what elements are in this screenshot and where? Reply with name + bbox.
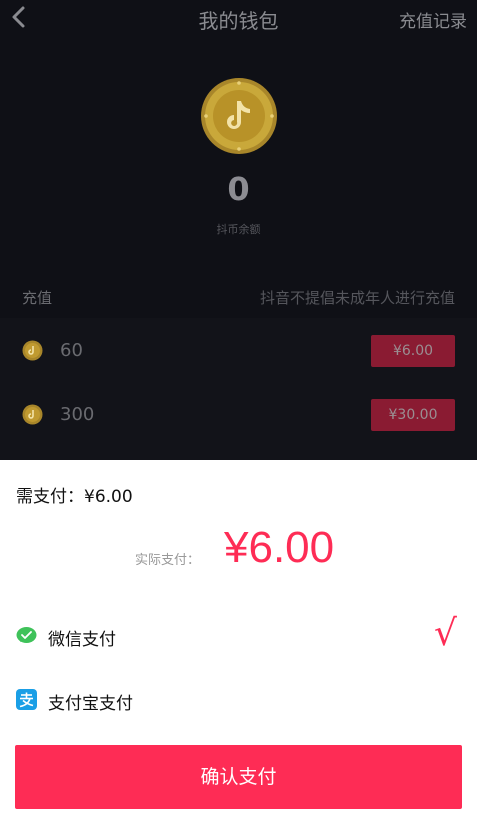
actual-pay-label: 实际支付：: [135, 553, 201, 568]
top-bar: 我的钱包 充值记录: [0, 0, 477, 40]
pay-method-label: 微信支付: [48, 630, 116, 650]
coin-balance-label: 抖币余额: [216, 223, 261, 236]
wallet-screen: 我的钱包 充值记录 0 抖币余额 充值 抖音不提倡未成年人进行充值 60 ¥6.…: [0, 0, 477, 460]
actual-pay-amount: ¥6.00: [224, 523, 335, 572]
wechat-pay-icon: [16, 627, 37, 643]
pay-method-label: 支付宝支付: [48, 694, 133, 714]
pay-method-wechat[interactable]: 微信支付 √: [0, 614, 477, 658]
payment-sheet: 需支付：¥6.00 实际支付： ¥6.00 微信支付 √ 支付宝支付 确认支付: [0, 460, 477, 815]
alipay-icon: [16, 689, 37, 710]
need-pay-text: 需支付：¥6.00: [16, 487, 133, 507]
douyin-coin-icon: [201, 78, 277, 154]
recharge-header: 充值 抖音不提倡未成年人进行充值: [0, 278, 477, 318]
recharge-title: 充值: [22, 289, 53, 307]
minor-notice: 抖音不提倡未成年人进行充值: [259, 289, 455, 307]
coin-icon: [22, 404, 43, 425]
confirm-pay-button[interactable]: 确认支付: [15, 745, 462, 809]
price-button[interactable]: ¥30.00: [371, 399, 455, 431]
recharge-option[interactable]: 300 ¥30.00: [0, 382, 477, 446]
recharge-records-link[interactable]: 充值记录: [399, 7, 467, 32]
coin-amount: 60: [60, 340, 83, 361]
coin-balance: 0: [227, 170, 250, 208]
recharge-option[interactable]: 60 ¥6.00: [0, 318, 477, 382]
coin-amount: 300: [60, 404, 95, 425]
pay-method-alipay[interactable]: 支付宝支付: [0, 678, 477, 722]
price-button[interactable]: ¥6.00: [371, 335, 455, 367]
recharge-list: 60 ¥6.00 300 ¥30.00: [0, 318, 477, 460]
selected-check-icon: √: [434, 613, 457, 654]
coin-icon: [22, 340, 43, 361]
